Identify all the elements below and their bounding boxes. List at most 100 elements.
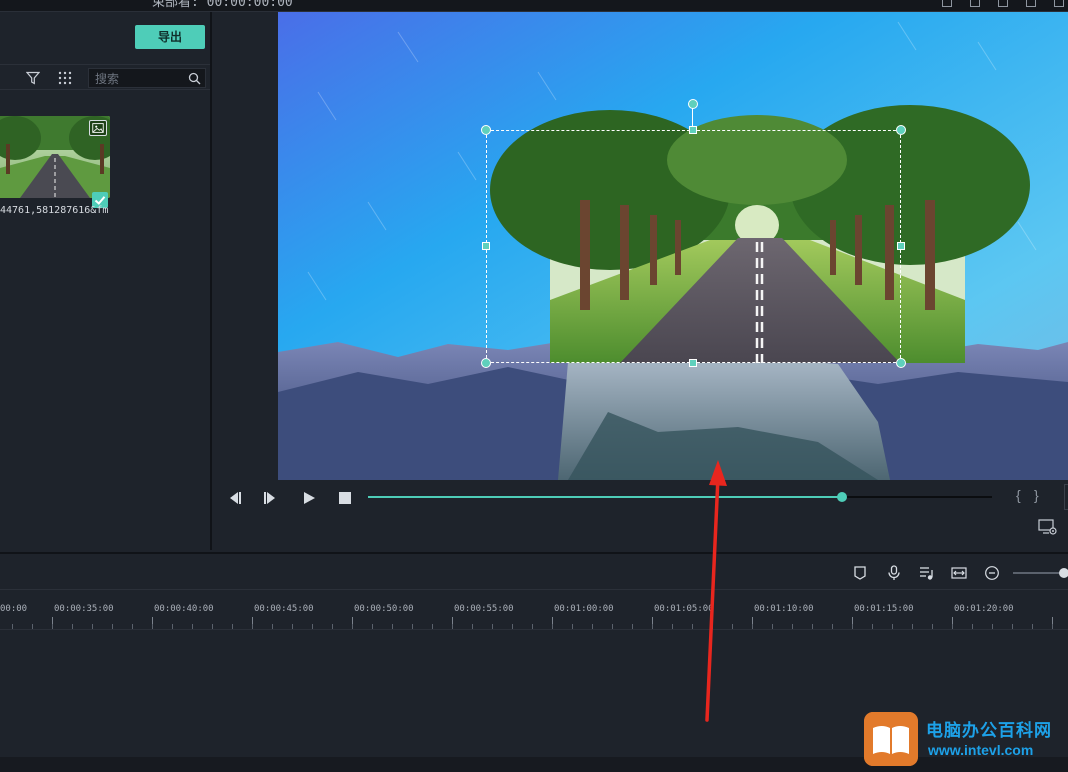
- resize-handle-top[interactable]: [689, 126, 697, 134]
- ruler-time-label: 00:00: [0, 604, 28, 614]
- ruler-minor-tick: [972, 624, 973, 629]
- mark-in-button[interactable]: {: [1016, 487, 1021, 503]
- filter-icon[interactable]: [26, 71, 40, 85]
- window-icon[interactable]: [942, 0, 952, 7]
- ruler-minor-tick: [472, 624, 473, 629]
- search-input[interactable]: [95, 71, 183, 86]
- ruler-minor-tick: [432, 624, 433, 629]
- playhead-knob[interactable]: [837, 492, 848, 502]
- image-type-icon: [89, 120, 107, 136]
- ruler-minor-tick: [412, 624, 413, 629]
- watermark-name: 电脑办公百科网: [926, 721, 1052, 741]
- window-icon[interactable]: [1054, 0, 1064, 7]
- play-icon[interactable]: [301, 490, 317, 506]
- playback-progress-bar[interactable]: [368, 492, 992, 502]
- resize-handle-right[interactable]: [897, 242, 905, 250]
- resize-handle-top-right[interactable]: [896, 125, 906, 135]
- video-editor-window: 束部看: 00:00:00:00 导出 搜索 44761,581287616&f…: [0, 0, 1068, 772]
- audio-mixer-icon[interactable]: [919, 565, 935, 581]
- ruler-time-label: 00:01:10:00: [754, 604, 814, 614]
- rotate-handle[interactable]: [688, 99, 698, 109]
- ruler-minor-tick: [272, 624, 273, 629]
- ruler-minor-tick: [212, 624, 213, 629]
- resize-handle-top-left[interactable]: [481, 125, 491, 135]
- display-settings-icon[interactable]: [1038, 518, 1058, 536]
- ruler-minor-tick: [752, 624, 753, 629]
- mark-out-button[interactable]: }: [1034, 487, 1039, 503]
- ruler-minor-tick: [892, 624, 893, 629]
- ruler-minor-tick: [12, 624, 13, 629]
- book-logo-icon: [864, 712, 918, 766]
- progress-fill: [368, 496, 843, 498]
- search-icon[interactable]: [188, 72, 201, 85]
- marker-icon[interactable]: [852, 565, 868, 581]
- ruler-minor-tick: [352, 624, 353, 629]
- ruler-minor-tick: [192, 624, 193, 629]
- ruler-minor-tick: [492, 624, 493, 629]
- ruler-minor-tick: [832, 624, 833, 629]
- ruler-minor-tick: [912, 624, 913, 629]
- ruler-minor-tick: [532, 624, 533, 629]
- ruler-time-label: 00:01:15:00: [854, 604, 914, 614]
- ruler-minor-tick: [552, 624, 553, 629]
- ruler-minor-tick: [612, 624, 613, 629]
- timeline-toolbar: [0, 552, 1068, 590]
- media-library-panel: 导出 搜索 44761,581287616&fm: [0, 12, 212, 550]
- resize-handle-bottom-left[interactable]: [481, 358, 491, 368]
- ruler-time-label: 00:00:50:00: [354, 604, 414, 614]
- ruler-minor-tick: [932, 624, 933, 629]
- ruler-minor-tick: [292, 624, 293, 629]
- resize-handle-bottom[interactable]: [689, 359, 697, 367]
- ruler-time-label: 00:01:20:00: [954, 604, 1014, 614]
- microphone-icon[interactable]: [886, 565, 902, 581]
- zoom-out-icon[interactable]: [984, 565, 1000, 581]
- ruler-minor-tick: [92, 624, 93, 629]
- export-button[interactable]: 导出: [135, 25, 205, 49]
- media-toolbar: [0, 64, 210, 90]
- window-icon[interactable]: [998, 0, 1008, 7]
- ruler-minor-tick: [152, 624, 153, 629]
- window-icon[interactable]: [970, 0, 980, 7]
- ruler-minor-tick: [772, 624, 773, 629]
- watermark-url: www.intevl.com: [928, 742, 1034, 758]
- timeline-ruler[interactable]: 00:00 00:00:35:00 00:00:40:00 00:00:45:00 00…: [0, 590, 1068, 630]
- resize-handle-bottom-right[interactable]: [896, 358, 906, 368]
- ruler-minor-tick: [372, 624, 373, 629]
- ruler-minor-tick: [72, 624, 73, 629]
- ruler-minor-tick: [32, 624, 33, 629]
- selection-box[interactable]: [486, 130, 901, 363]
- ruler-minor-tick: [252, 624, 253, 629]
- grid-view-icon[interactable]: [58, 71, 72, 85]
- fit-timeline-icon[interactable]: [951, 565, 967, 581]
- ruler-minor-tick: [672, 624, 673, 629]
- panel-edge-button[interactable]: [1064, 484, 1068, 510]
- media-filename: 44761,581287616&fm: [0, 205, 109, 216]
- resize-handle-left[interactable]: [482, 242, 490, 250]
- annotation-arrow: [705, 460, 727, 722]
- ruler-minor-tick: [652, 624, 653, 629]
- window-icon[interactable]: [1026, 0, 1036, 7]
- window-controls: [942, 0, 1064, 7]
- next-frame-icon[interactable]: [263, 490, 279, 506]
- ruler-minor-tick: [52, 624, 53, 629]
- ruler-minor-tick: [572, 624, 573, 629]
- ruler-time-label: 00:00:45:00: [254, 604, 314, 614]
- ruler-minor-tick: [872, 624, 873, 629]
- ruler-minor-tick: [452, 624, 453, 629]
- stop-icon[interactable]: [337, 490, 353, 506]
- ruler-minor-tick: [1052, 624, 1053, 629]
- ruler-minor-tick: [632, 624, 633, 629]
- ruler-minor-tick: [592, 624, 593, 629]
- ruler-minor-tick: [132, 624, 133, 629]
- ruler-minor-tick: [852, 624, 853, 629]
- ruler-minor-tick: [332, 624, 333, 629]
- zoom-slider-knob[interactable]: [1059, 568, 1068, 578]
- ruler-time-label: 00:00:40:00: [154, 604, 214, 614]
- ruler-minor-tick: [952, 624, 953, 629]
- ruler-minor-tick: [392, 624, 393, 629]
- ruler-minor-tick: [792, 624, 793, 629]
- site-watermark: 电脑办公百科网 www.intevl.com: [864, 712, 1068, 772]
- previous-frame-icon[interactable]: [226, 490, 242, 506]
- ruler-minor-tick: [992, 624, 993, 629]
- title-bar: 束部看: 00:00:00:00: [0, 0, 1068, 12]
